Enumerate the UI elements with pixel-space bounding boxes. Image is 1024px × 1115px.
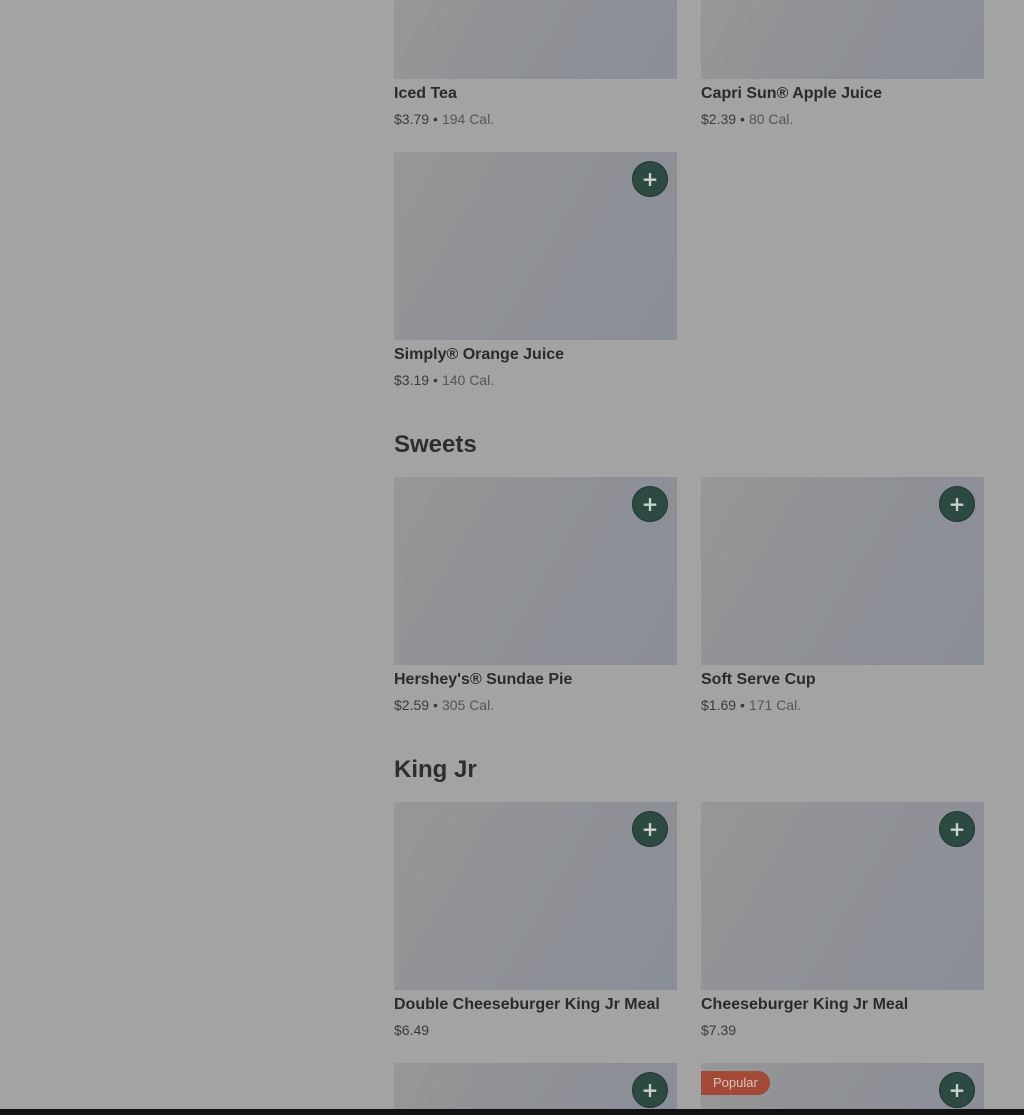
menu-item-card[interactable]: Capri Sun® Apple Juice $2.39 • 80 Cal.	[701, 0, 984, 127]
plus-icon: +	[641, 492, 659, 516]
menu-item-card[interactable]: + Hershey's® Sundae Pie $2.59 • 305 Cal.	[394, 477, 677, 713]
item-image[interactable]: +	[394, 1063, 677, 1115]
item-name: Double Cheeseburger King Jr Meal	[394, 996, 660, 1013]
item-image[interactable]	[394, 0, 677, 79]
add-to-cart-button[interactable]: +	[632, 161, 668, 197]
item-price-calories: $3.19 • 140 Cal.	[394, 372, 677, 388]
item-image[interactable]: +	[394, 802, 677, 990]
menu-item-card[interactable]: +	[394, 1063, 677, 1115]
menu-item-card[interactable]: + Soft Serve Cup $1.69 • 171 Cal.	[701, 477, 984, 713]
add-to-cart-button[interactable]: +	[939, 1072, 975, 1108]
item-price: $2.39	[701, 111, 737, 127]
bottom-edge-bar	[0, 1109, 1024, 1115]
item-price-calories: $2.59 • 305 Cal.	[394, 697, 677, 713]
item-price: $2.59	[394, 697, 430, 713]
separator-dot: •	[433, 372, 438, 388]
item-price-calories: $3.79 • 194 Cal.	[394, 111, 677, 127]
section-title-sweets: Sweets	[394, 431, 477, 458]
item-name: Simply® Orange Juice	[394, 346, 565, 363]
item-calories: 194 Cal.	[441, 111, 495, 127]
menu-item-card[interactable]: Popular +	[701, 1063, 984, 1115]
item-image[interactable]: Popular +	[701, 1063, 984, 1115]
item-name: Cheeseburger King Jr Meal	[701, 996, 909, 1013]
add-to-cart-button[interactable]: +	[939, 486, 975, 522]
item-image[interactable]	[701, 0, 984, 79]
item-name: Soft Serve Cup	[701, 671, 816, 688]
item-name: Capri Sun® Apple Juice	[701, 85, 883, 102]
menu-page: Iced Tea $3.79 • 194 Cal. Capri Sun® Apple…	[0, 0, 1024, 1115]
item-price: $3.19	[394, 372, 430, 388]
add-to-cart-button[interactable]: +	[632, 486, 668, 522]
item-price-calories: $2.39 • 80 Cal.	[701, 111, 984, 127]
menu-item-card[interactable]: Iced Tea $3.79 • 194 Cal.	[394, 0, 677, 127]
item-image[interactable]: +	[394, 477, 677, 665]
menu-item-card[interactable]: + Double Cheeseburger King Jr Meal $6.49	[394, 802, 677, 1038]
plus-icon: +	[948, 492, 966, 516]
item-image[interactable]: +	[701, 477, 984, 665]
separator-dot: •	[433, 111, 438, 127]
plus-icon: +	[948, 1078, 966, 1102]
menu-item-card[interactable]: + Simply® Orange Juice $3.19 • 140 Cal.	[394, 152, 677, 388]
item-price-calories: $1.69 • 171 Cal.	[701, 697, 984, 713]
item-image[interactable]: +	[394, 152, 677, 340]
item-price: $6.49	[394, 1022, 430, 1038]
popular-badge: Popular	[701, 1071, 770, 1095]
item-name: Hershey's® Sundae Pie	[394, 671, 573, 688]
item-calories: 305 Cal.	[441, 697, 495, 713]
plus-icon: +	[641, 817, 659, 841]
item-price: $7.39	[701, 1022, 737, 1038]
item-calories: 171 Cal.	[748, 697, 802, 713]
separator-dot: •	[433, 697, 438, 713]
add-to-cart-button[interactable]: +	[632, 811, 668, 847]
plus-icon: +	[641, 1078, 659, 1102]
separator-dot: •	[740, 111, 745, 127]
item-calories: 80 Cal.	[748, 111, 794, 127]
item-name: Iced Tea	[394, 85, 457, 102]
add-to-cart-button[interactable]: +	[632, 1072, 668, 1108]
item-image[interactable]: +	[701, 802, 984, 990]
menu-item-card[interactable]: + Cheeseburger King Jr Meal $7.39	[701, 802, 984, 1038]
item-price: $1.69	[701, 697, 737, 713]
add-to-cart-button[interactable]: +	[939, 811, 975, 847]
plus-icon: +	[948, 817, 966, 841]
plus-icon: +	[641, 167, 659, 191]
item-price: $3.79	[394, 111, 430, 127]
item-calories: 140 Cal.	[441, 372, 495, 388]
separator-dot: •	[740, 697, 745, 713]
section-title-king-jr: King Jr	[394, 756, 477, 783]
